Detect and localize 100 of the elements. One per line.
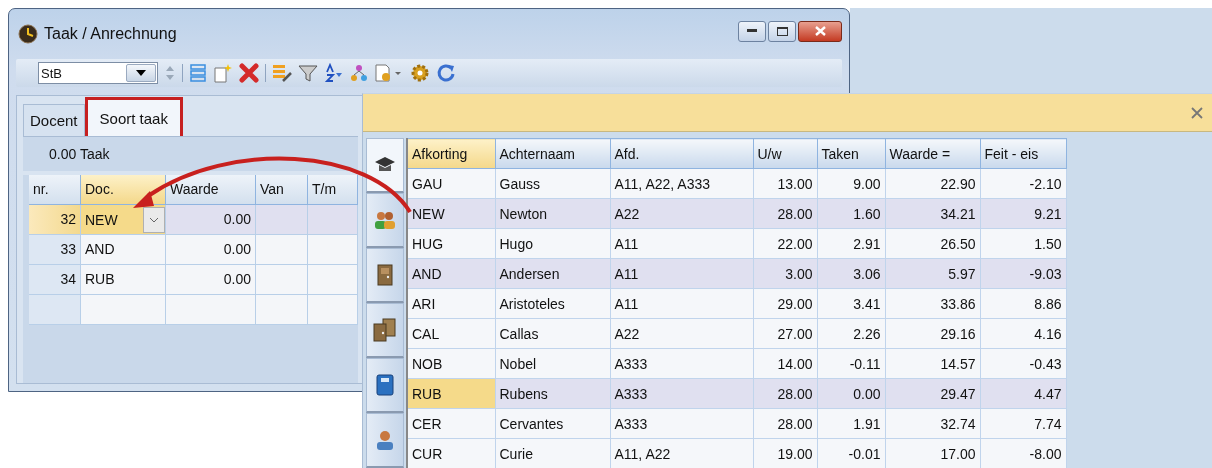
table-cell: Hugo bbox=[495, 228, 610, 259]
edit-list-icon[interactable] bbox=[272, 63, 292, 83]
table-cell: 9.00 bbox=[817, 168, 885, 199]
side-tab[interactable] bbox=[366, 248, 404, 303]
table-cell: A11 bbox=[610, 258, 753, 289]
table-cell bbox=[256, 295, 308, 325]
table-cell: A11, A22 bbox=[610, 438, 753, 468]
column-header[interactable]: nr. bbox=[29, 175, 81, 205]
column-header[interactable]: Waarde = bbox=[885, 138, 980, 169]
close-button[interactable] bbox=[798, 20, 842, 42]
table-cell: A11, A22, A333 bbox=[610, 168, 753, 199]
table-cell: 26.50 bbox=[885, 228, 980, 259]
table-cell: A11 bbox=[610, 228, 753, 259]
clock-icon bbox=[18, 24, 38, 44]
hierarchy-icon[interactable] bbox=[350, 63, 368, 83]
table-cell: Andersen bbox=[495, 258, 610, 289]
column-header[interactable]: Afkorting bbox=[407, 138, 495, 169]
table-cell: 22.00 bbox=[753, 228, 817, 259]
refresh-icon[interactable] bbox=[436, 63, 456, 83]
table-cell bbox=[256, 265, 308, 295]
minimize-button[interactable] bbox=[738, 20, 766, 42]
table-cell: 4.16 bbox=[980, 318, 1066, 349]
table-cell: NEW bbox=[407, 198, 495, 229]
side-tab[interactable] bbox=[366, 358, 404, 413]
table-cell: Rubens bbox=[495, 378, 610, 409]
table-cell: CER bbox=[407, 408, 495, 439]
window-title: Taak / Anrechnung bbox=[44, 25, 177, 43]
table-cell: 1.91 bbox=[817, 408, 885, 439]
side-tab[interactable] bbox=[366, 303, 404, 358]
table-cell: A333 bbox=[610, 408, 753, 439]
table-cell: CAL bbox=[407, 318, 495, 349]
table-cell: Nobel bbox=[495, 348, 610, 379]
table-cell: 8.86 bbox=[980, 288, 1066, 319]
column-header[interactable]: Doc. bbox=[81, 175, 166, 205]
table-cell bbox=[29, 295, 81, 325]
column-header[interactable]: Feit - eis bbox=[980, 138, 1066, 169]
table-cell: 32 bbox=[29, 205, 81, 235]
column-header[interactable]: Taken bbox=[817, 138, 885, 169]
list-icon[interactable] bbox=[189, 63, 207, 83]
table-cell: 13.00 bbox=[753, 168, 817, 199]
table-cell: 29.16 bbox=[885, 318, 980, 349]
table-cell: 33 bbox=[29, 235, 81, 265]
door-icon bbox=[377, 264, 393, 286]
book-icon bbox=[376, 374, 394, 396]
table-cell: NOB bbox=[407, 348, 495, 379]
table-cell: 9.21 bbox=[980, 198, 1066, 229]
table-cell: -0.01 bbox=[817, 438, 885, 468]
table-cell: -2.10 bbox=[980, 168, 1066, 199]
column-header[interactable]: T/m bbox=[308, 175, 358, 205]
table-cell: 32.74 bbox=[885, 408, 980, 439]
chevron-icon bbox=[149, 216, 159, 223]
side-tab[interactable] bbox=[366, 138, 404, 193]
table-cell: A22 bbox=[610, 318, 753, 349]
doors-icon bbox=[373, 318, 397, 342]
table-cell: AND bbox=[407, 258, 495, 289]
table-cell: 3.00 bbox=[753, 258, 817, 289]
column-header[interactable]: U/w bbox=[753, 138, 817, 169]
tab[interactable]: Soort taak bbox=[84, 97, 183, 139]
table-cell: A22 bbox=[610, 198, 753, 229]
table-cell: A11 bbox=[610, 288, 753, 319]
table-cell: 34.21 bbox=[885, 198, 980, 229]
table-cell: 2.91 bbox=[817, 228, 885, 259]
table-cell: GAU bbox=[407, 168, 495, 199]
table-cell bbox=[308, 235, 358, 265]
table-cell bbox=[256, 235, 308, 265]
table-cell: NEW bbox=[81, 205, 166, 235]
table-cell: -9.03 bbox=[980, 258, 1066, 289]
table-cell: 29.00 bbox=[753, 288, 817, 319]
column-header[interactable]: Waarde bbox=[166, 175, 256, 205]
table-cell: 0.00 bbox=[166, 205, 256, 235]
column-header[interactable]: Van bbox=[256, 175, 308, 205]
table-cell: 17.00 bbox=[885, 438, 980, 468]
table-cell bbox=[308, 205, 358, 235]
table-cell: Aristoteles bbox=[495, 288, 610, 319]
table-cell: 0.00 bbox=[166, 235, 256, 265]
table-cell: 3.41 bbox=[817, 288, 885, 319]
column-header[interactable]: Afd. bbox=[610, 138, 753, 169]
new-document-icon[interactable] bbox=[213, 63, 233, 83]
tab[interactable]: Docent bbox=[23, 104, 85, 136]
delete-icon[interactable] bbox=[239, 63, 259, 83]
table-cell: 1.50 bbox=[980, 228, 1066, 259]
dropdown-button[interactable] bbox=[143, 206, 165, 233]
close-icon bbox=[1191, 106, 1203, 119]
gear-icon[interactable] bbox=[410, 63, 430, 83]
table-cell bbox=[256, 205, 308, 235]
filter-icon[interactable] bbox=[298, 63, 318, 83]
column-header[interactable]: Achternaam bbox=[495, 138, 610, 169]
sort-icon[interactable] bbox=[324, 63, 344, 83]
maximize-button[interactable] bbox=[768, 20, 796, 42]
document-settings-icon[interactable] bbox=[374, 63, 404, 83]
table-cell: 34 bbox=[29, 265, 81, 295]
table-cell: -0.43 bbox=[980, 348, 1066, 379]
table-cell: CUR bbox=[407, 438, 495, 468]
table-cell: 4.47 bbox=[980, 378, 1066, 409]
table-cell: Newton bbox=[495, 198, 610, 229]
person-icon bbox=[375, 429, 395, 451]
minimize-icon bbox=[747, 29, 757, 33]
table-cell: 14.57 bbox=[885, 348, 980, 379]
table-cell: A333 bbox=[610, 348, 753, 379]
combo-box[interactable]: StB bbox=[38, 62, 158, 84]
